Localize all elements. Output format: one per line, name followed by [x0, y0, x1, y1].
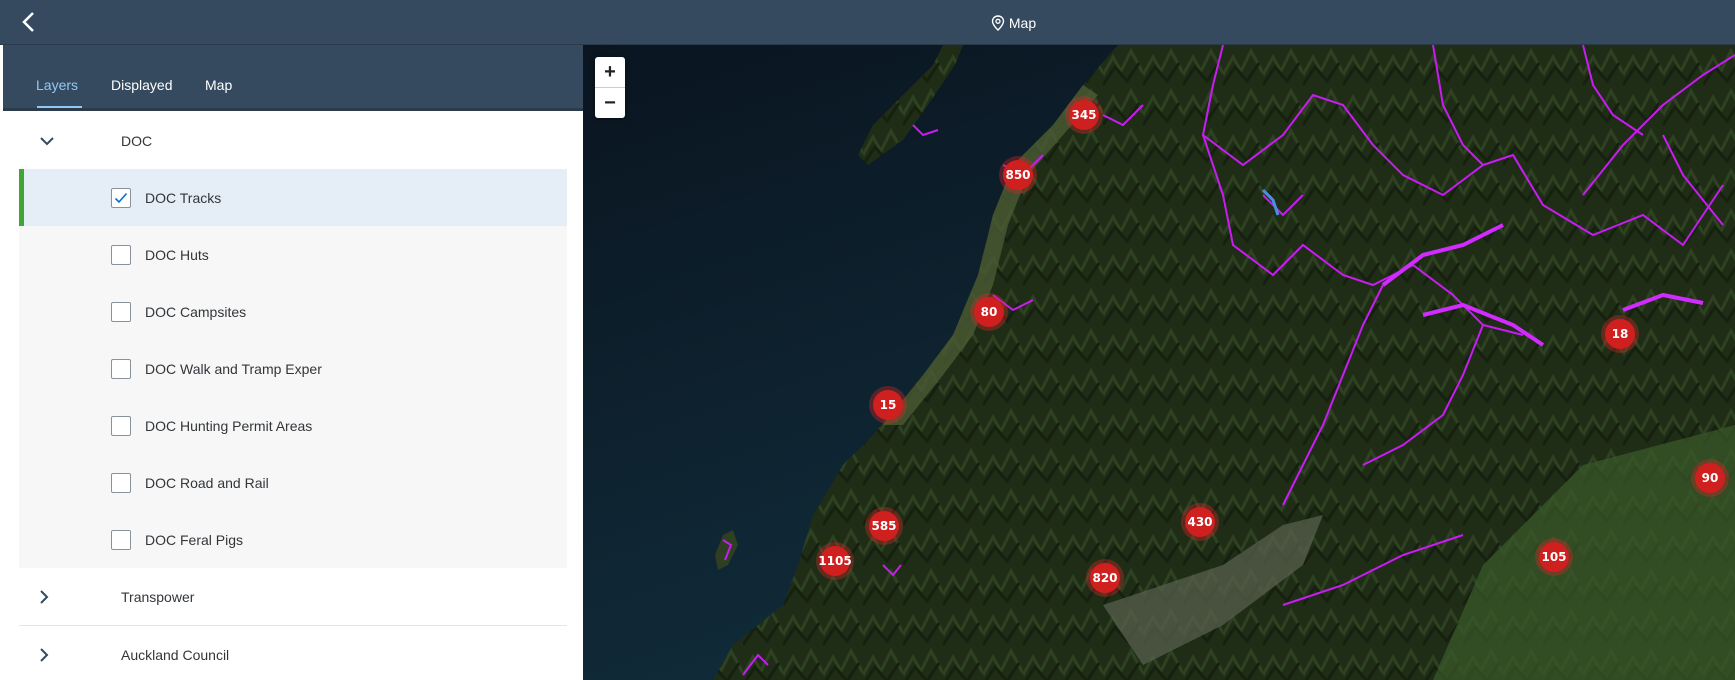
map-pin-icon — [991, 14, 1005, 31]
satellite-basemap — [583, 45, 1735, 680]
map-cluster-marker[interactable]: 18 — [1601, 315, 1639, 353]
layer-item-doc-tracks[interactable]: DOC Tracks — [19, 169, 567, 226]
layer-label: DOC Road and Rail — [145, 474, 269, 491]
group-transpower[interactable]: Transpower — [19, 568, 567, 626]
layers-panel: Layers Displayed Map DOC DOC Tracks DOC … — [0, 45, 583, 680]
chevron-right-icon — [40, 647, 49, 662]
group-label: DOC — [121, 132, 153, 149]
active-tab-indicator — [37, 106, 82, 108]
tab-displayed[interactable]: Displayed — [111, 77, 172, 93]
map-cluster-marker[interactable]: 80 — [970, 293, 1008, 331]
tab-layers[interactable]: Layers — [36, 77, 78, 93]
map-cluster-marker[interactable]: 430 — [1181, 503, 1219, 541]
map-cluster-marker[interactable]: 345 — [1065, 96, 1103, 134]
group-label: Auckland Council — [121, 646, 230, 663]
checkmark-icon — [114, 192, 128, 203]
map-cluster-marker[interactable]: 820 — [1086, 559, 1124, 597]
layer-label: DOC Tracks — [145, 189, 222, 206]
checkbox-doc-hunting-permit[interactable] — [111, 415, 131, 436]
group-auckland-council[interactable]: Auckland Council — [19, 626, 567, 680]
group-doc[interactable]: DOC — [19, 112, 567, 169]
checkbox-doc-feral-pigs[interactable] — [111, 529, 131, 550]
chevron-right-icon — [40, 589, 49, 604]
chevron-down-icon — [40, 136, 54, 145]
layer-label: DOC Walk and Tramp Exper — [145, 360, 322, 377]
layer-item-doc-campsites[interactable]: DOC Campsites — [19, 283, 567, 340]
map-cluster-marker[interactable]: 1105 — [816, 542, 854, 580]
map-view[interactable]: + − 345 850 80 15 585 1105 820 430 18 90… — [583, 45, 1735, 680]
checkbox-doc-road-rail[interactable] — [111, 472, 131, 493]
map-cluster-marker[interactable]: 585 — [865, 507, 903, 545]
checkbox-doc-huts[interactable] — [111, 244, 131, 265]
layer-item-doc-walk-tramp[interactable]: DOC Walk and Tramp Exper — [19, 340, 567, 397]
map-cluster-marker[interactable]: 90 — [1691, 459, 1729, 497]
map-cluster-marker[interactable]: 850 — [999, 156, 1037, 194]
app-header: Map — [0, 0, 1735, 45]
map-cluster-marker[interactable]: 15 — [869, 386, 907, 424]
checkbox-doc-campsites[interactable] — [111, 301, 131, 322]
checkbox-doc-walk-tramp[interactable] — [111, 358, 131, 379]
tab-map[interactable]: Map — [205, 77, 232, 93]
checkbox-doc-tracks[interactable] — [111, 187, 131, 208]
layer-label: DOC Huts — [145, 246, 209, 263]
layer-label: DOC Feral Pigs — [145, 531, 244, 548]
layer-item-doc-huts[interactable]: DOC Huts — [19, 226, 567, 283]
layer-item-doc-hunting-permit[interactable]: DOC Hunting Permit Areas — [19, 397, 567, 454]
doc-layer-list: DOC Tracks DOC Huts DOC Campsites DOC Wa… — [19, 169, 567, 568]
zoom-control: + − — [595, 57, 625, 118]
layer-label: DOC Hunting Permit Areas — [145, 417, 313, 434]
layer-item-doc-feral-pigs[interactable]: DOC Feral Pigs — [19, 511, 567, 568]
zoom-out-button[interactable]: − — [595, 88, 625, 118]
tab-bar: Layers Displayed Map — [3, 45, 583, 111]
group-label: Transpower — [121, 588, 195, 605]
page-title: Map — [1008, 14, 1037, 31]
header-title-area: Map — [0, 0, 1735, 45]
layer-tree: DOC DOC Tracks DOC Huts DOC Campsites DO… — [19, 112, 567, 680]
layer-label: DOC Campsites — [145, 303, 247, 320]
layer-item-doc-road-rail[interactable]: DOC Road and Rail — [19, 454, 567, 511]
zoom-in-button[interactable]: + — [595, 57, 625, 88]
map-cluster-marker[interactable]: 105 — [1535, 538, 1573, 576]
